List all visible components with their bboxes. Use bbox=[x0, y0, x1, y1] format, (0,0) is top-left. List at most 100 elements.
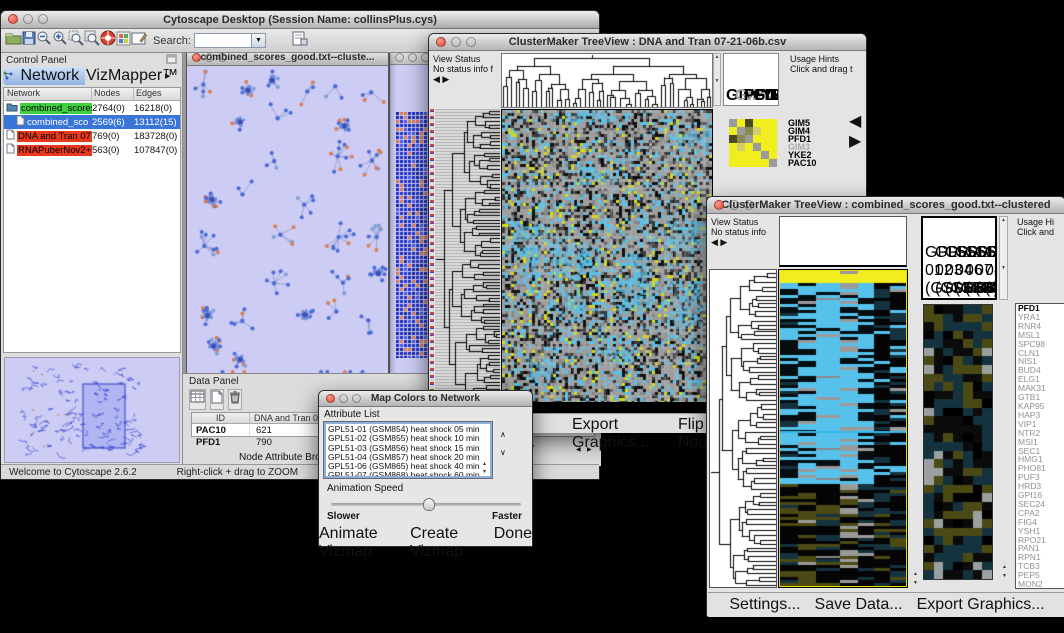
network-view-frame[interactable]: combined_scores_good.txt--cluste... bbox=[186, 53, 389, 373]
col-id[interactable]: ID bbox=[192, 413, 250, 423]
more-tabs-button[interactable]: ▶ bbox=[165, 72, 180, 80]
network-canvas[interactable] bbox=[187, 66, 388, 373]
matrix-cell bbox=[761, 159, 769, 167]
dense-network-canvas[interactable] bbox=[396, 112, 430, 358]
close-icon[interactable] bbox=[714, 200, 724, 210]
minimize-icon[interactable] bbox=[729, 200, 739, 210]
attribute-browser-icon[interactable] bbox=[292, 31, 308, 51]
matrix-cell bbox=[761, 151, 769, 159]
scroll-arrows[interactable]: ◀ ▶ bbox=[433, 74, 449, 84]
network-table-row[interactable]: DNA and Tran 07769(0)183728(0) bbox=[4, 129, 180, 143]
col-edges[interactable]: Edges bbox=[134, 88, 180, 100]
gene-name[interactable]: MON2 bbox=[1018, 580, 1064, 589]
correlation-matrix[interactable] bbox=[729, 119, 777, 167]
minimize-icon[interactable] bbox=[23, 14, 33, 24]
search-dropdown-button[interactable]: ▼ bbox=[252, 33, 266, 48]
minimize-icon[interactable] bbox=[205, 53, 214, 62]
row-dendrogram[interactable] bbox=[709, 269, 777, 588]
col-network[interactable]: Network bbox=[4, 88, 92, 100]
view-status-scrollbar[interactable] bbox=[433, 95, 481, 104]
minimize-icon[interactable] bbox=[339, 394, 348, 403]
network-table-row[interactable]: combined_scores2764(0)16218(0) bbox=[4, 101, 180, 115]
scroll-arrows[interactable]: ▲▼ bbox=[999, 563, 1010, 581]
minimize-icon[interactable] bbox=[451, 37, 461, 47]
float-panel-icon[interactable] bbox=[166, 54, 177, 67]
export-graphics-button[interactable]: Export Graphics... bbox=[572, 416, 664, 452]
close-icon[interactable] bbox=[192, 53, 201, 62]
treeview2-titlebar[interactable]: ClusterMaker TreeView : combined_scores_… bbox=[707, 197, 1064, 214]
delete-attribute-icon[interactable] bbox=[228, 389, 242, 410]
dialog-title: Map Colors to Network bbox=[371, 393, 480, 404]
close-icon[interactable] bbox=[326, 394, 335, 403]
heatmap-vscrollbar[interactable] bbox=[910, 269, 921, 569]
donebutton[interactable]: Done bbox=[494, 525, 532, 561]
column-dendrogram[interactable] bbox=[501, 53, 713, 108]
zoom-icon[interactable] bbox=[466, 37, 476, 47]
zoom-icon[interactable] bbox=[352, 394, 361, 403]
move-down-button[interactable]: ∨ bbox=[500, 448, 529, 461]
row-dendrogram[interactable] bbox=[435, 109, 500, 401]
zoom-icon[interactable] bbox=[218, 53, 227, 62]
expression-heatmap[interactable] bbox=[780, 271, 906, 586]
zoom-heatmap[interactable] bbox=[923, 304, 993, 580]
save-icon[interactable] bbox=[22, 31, 36, 50]
new-attribute-icon[interactable] bbox=[210, 389, 224, 410]
usage-hints-text: Click and bbox=[1017, 227, 1063, 237]
vizmapper-icon[interactable] bbox=[116, 31, 131, 51]
view-status-text: No status info bbox=[711, 227, 775, 237]
main-titlebar[interactable]: Cytoscape Desktop (Session Name: collins… bbox=[1, 11, 599, 29]
attribute-list-item[interactable]: GPL51-07 (GSM868) heat shock 60 min bbox=[328, 471, 488, 478]
scroll-arrows[interactable]: ◀ ▶ bbox=[849, 111, 866, 151]
export-graphics-button[interactable]: Export Graphics... bbox=[917, 596, 1045, 614]
attribute-table-icon[interactable] bbox=[189, 389, 206, 410]
treeview1-titlebar[interactable]: ClusterMaker TreeView : DNA and Tran 07-… bbox=[429, 34, 866, 51]
search-input[interactable] bbox=[194, 33, 252, 48]
open-file-icon[interactable] bbox=[5, 31, 22, 50]
zoom-in-icon[interactable] bbox=[52, 30, 68, 51]
col-nodes[interactable]: Nodes bbox=[92, 88, 134, 100]
settings-button[interactable]: Settings... bbox=[729, 596, 800, 614]
network-overview-panel[interactable] bbox=[4, 357, 180, 463]
array-column-label: GPL51-08 (GSM872) bbox=[985, 244, 995, 298]
zoom-fit-icon[interactable] bbox=[84, 30, 100, 51]
tab-vizmapper[interactable]: VizMapper™ bbox=[86, 67, 164, 85]
main-heatmap[interactable] bbox=[501, 109, 713, 403]
zoom-icon[interactable] bbox=[38, 14, 48, 24]
network-table-row[interactable]: RNAPuberNov2+563(0)107847(0) bbox=[4, 143, 180, 157]
usage-hints-scrollbar[interactable] bbox=[1017, 275, 1061, 285]
animation-speed-slider[interactable] bbox=[331, 503, 521, 506]
scroll-arrows[interactable]: ▲▼ bbox=[479, 460, 490, 476]
dialog-titlebar[interactable]: Map Colors to Network bbox=[319, 391, 532, 407]
help-lifering-icon[interactable] bbox=[100, 30, 116, 51]
zoom-vscrollbar[interactable] bbox=[999, 304, 1010, 562]
scroll-arrows[interactable]: ◀ ▶ bbox=[711, 237, 727, 247]
save-data-button[interactable]: Save Data... bbox=[815, 596, 903, 614]
desktop: Cytoscape Desktop (Session Name: collins… bbox=[0, 0, 1064, 633]
scroll-arrows[interactable]: ▲▼ bbox=[910, 570, 921, 588]
view-status-scrollbar[interactable] bbox=[711, 255, 757, 264]
attribute-list-vscrollbar[interactable] bbox=[479, 424, 490, 458]
create-vizmapbutton[interactable]: Create Vizmap bbox=[410, 525, 484, 561]
label-mini-scrollbar[interactable]: ▲▼ bbox=[999, 216, 1008, 300]
overview-canvas[interactable] bbox=[5, 358, 179, 462]
array-column-label: GPL51-01 (GSM854) bbox=[925, 244, 935, 298]
column-label: PAC10 bbox=[771, 87, 779, 105]
window-controls[interactable] bbox=[8, 14, 48, 24]
network-name: combined_sco bbox=[27, 117, 88, 128]
attribute-list[interactable]: GPL51-01 (GSM854) heat shock 05 minGPL51… bbox=[324, 422, 492, 478]
minimize-icon[interactable] bbox=[408, 53, 417, 62]
zoom-selected-icon[interactable] bbox=[68, 30, 84, 51]
close-icon[interactable] bbox=[395, 53, 404, 62]
zoom-icon[interactable] bbox=[744, 200, 754, 210]
column-tree-area bbox=[779, 216, 907, 267]
main-heatmap-frame[interactable] bbox=[778, 269, 908, 588]
close-icon[interactable] bbox=[8, 14, 18, 24]
network-table-row[interactable]: combined_sco2569(6)13112(15) bbox=[4, 115, 180, 129]
column-mini-scrollbar[interactable]: ▲▼ bbox=[713, 53, 721, 106]
move-up-button[interactable]: ∧ bbox=[500, 430, 529, 443]
zoom-out-icon[interactable] bbox=[36, 30, 52, 51]
annotation-icon[interactable] bbox=[131, 31, 147, 51]
slider-thumb[interactable] bbox=[423, 498, 435, 511]
tab-network[interactable]: Network bbox=[3, 67, 85, 85]
close-icon[interactable] bbox=[436, 37, 446, 47]
